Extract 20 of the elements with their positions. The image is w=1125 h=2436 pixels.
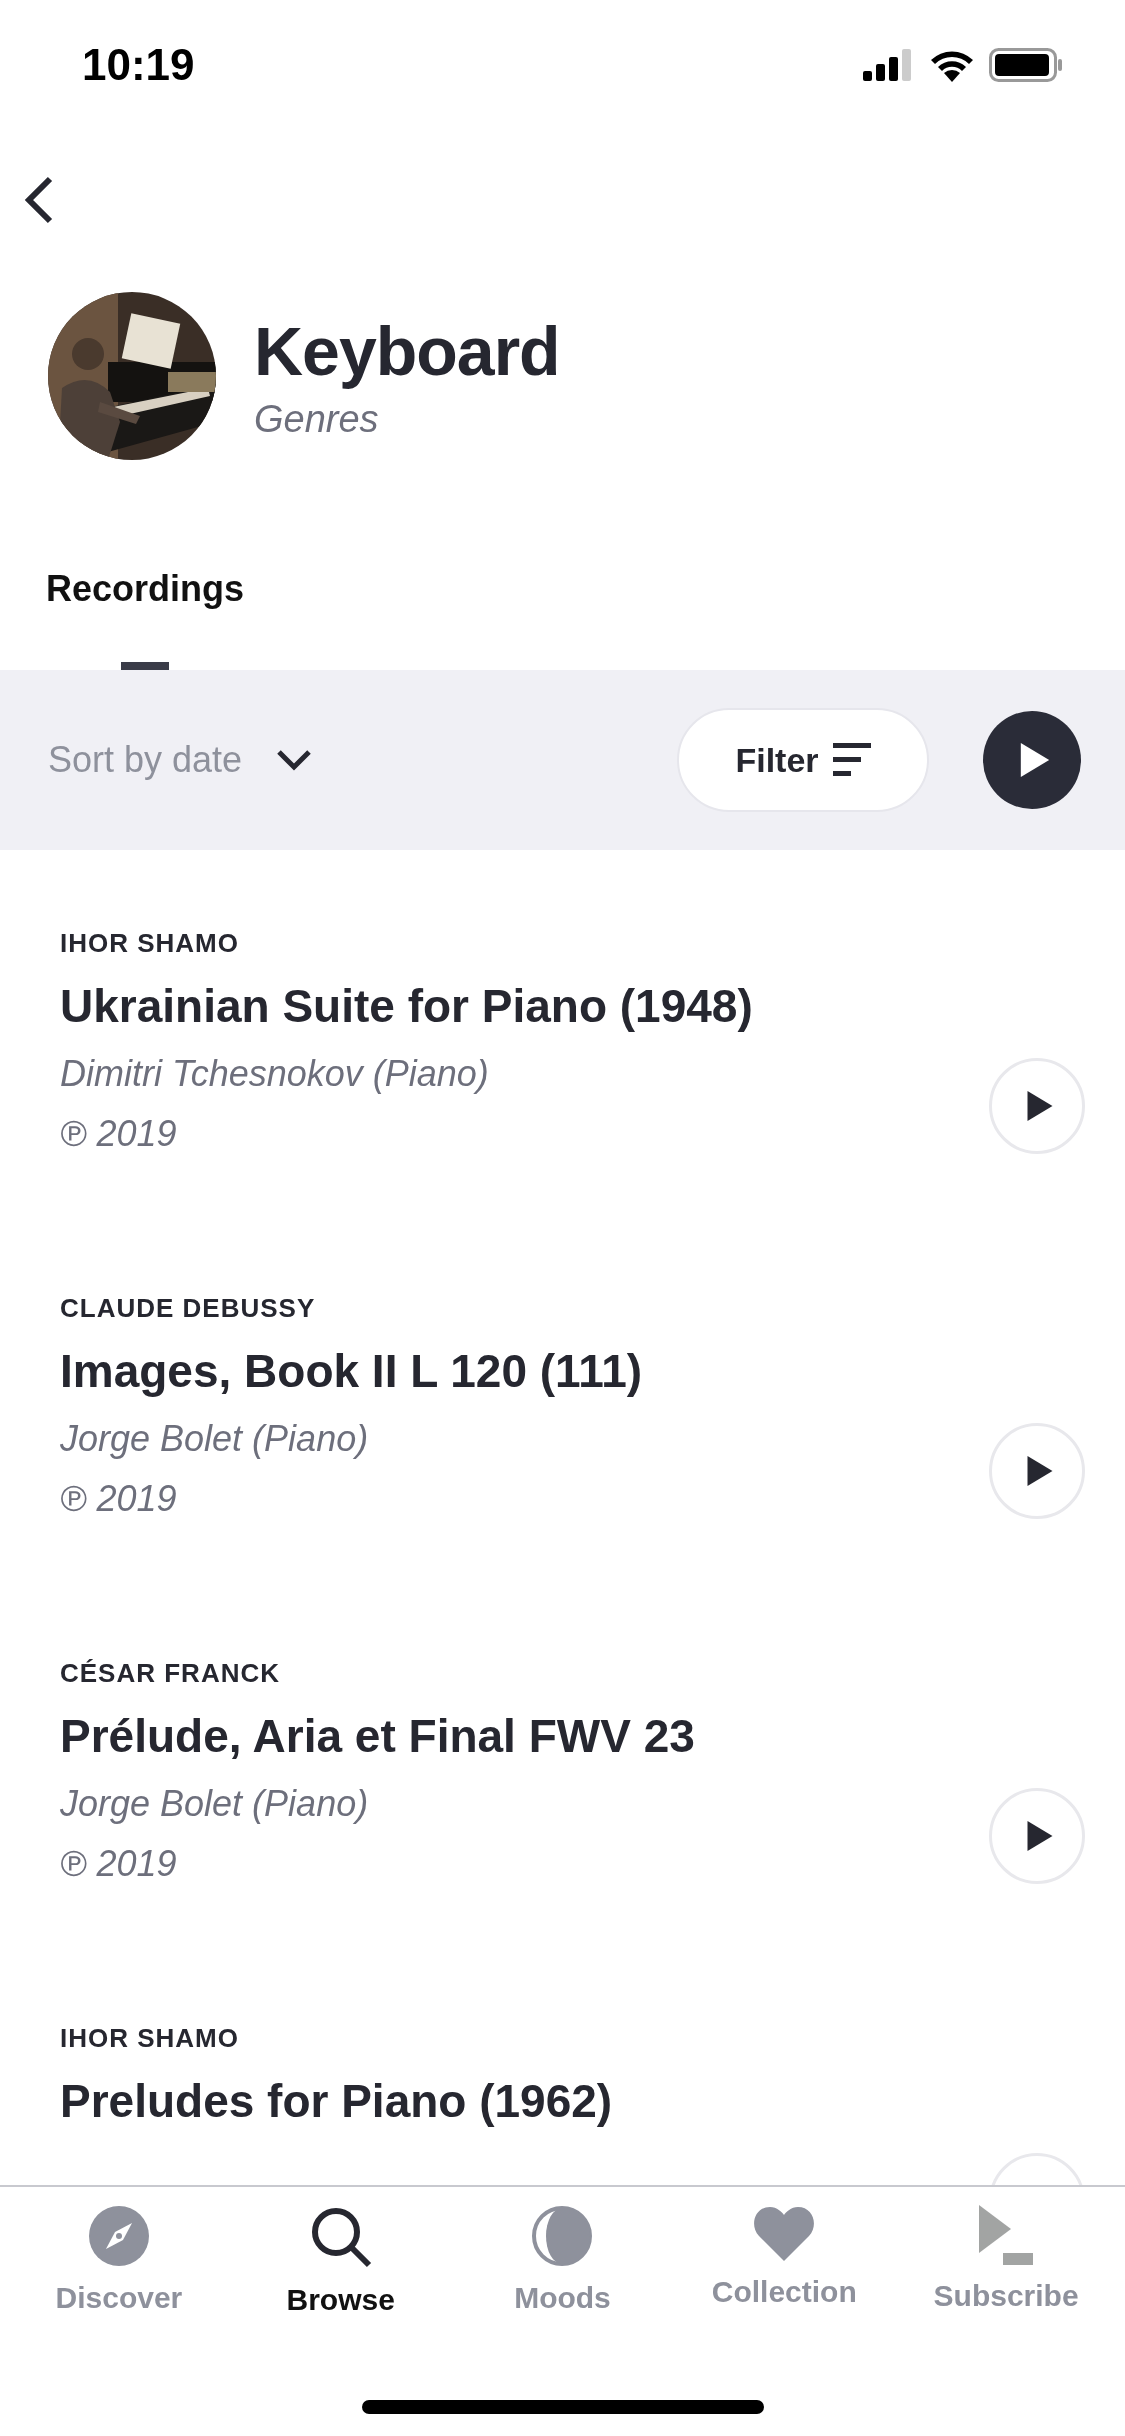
performer-name: Jorge Bolet (Piano) xyxy=(60,1783,370,1825)
release-year: ℗ 2019 xyxy=(60,1113,178,1155)
recording-title[interactable]: Ukrainian Suite for Piano (1948) xyxy=(60,979,989,1033)
recording-title[interactable]: Prélude, Aria et Final FWV 23 xyxy=(60,1709,989,1763)
release-year: ℗ 2019 xyxy=(60,1478,178,1520)
tab[interactable]: Recordings xyxy=(46,562,245,670)
composer-name: CÉSAR FRANCK xyxy=(60,1658,281,1689)
composer-name: IHOR SHAMO xyxy=(60,2023,240,2054)
composer-name: IHOR SHAMO xyxy=(60,928,240,959)
performer-name: Jorge Bolet (Piano) xyxy=(60,1418,370,1460)
recording-title[interactable]: Images, Book II L 120 (111) xyxy=(60,1344,989,1398)
recording-title[interactable]: Preludes for Piano (1962) xyxy=(60,2074,989,2128)
status-time: 10:19 xyxy=(82,40,195,90)
page-title: Keyboard xyxy=(254,311,560,390)
filter-button[interactable]: Filter xyxy=(677,708,929,812)
release-year: ℗ 2019 xyxy=(60,1843,178,1885)
performer-name: Dimitri Tchesnokov (Piano) xyxy=(60,1053,490,1095)
composer-name: CLAUDE DEBUSSY xyxy=(60,1293,317,1324)
nav-tab[interactable]: Browse xyxy=(235,2205,446,2317)
page-subtitle: Genres xyxy=(254,397,380,441)
